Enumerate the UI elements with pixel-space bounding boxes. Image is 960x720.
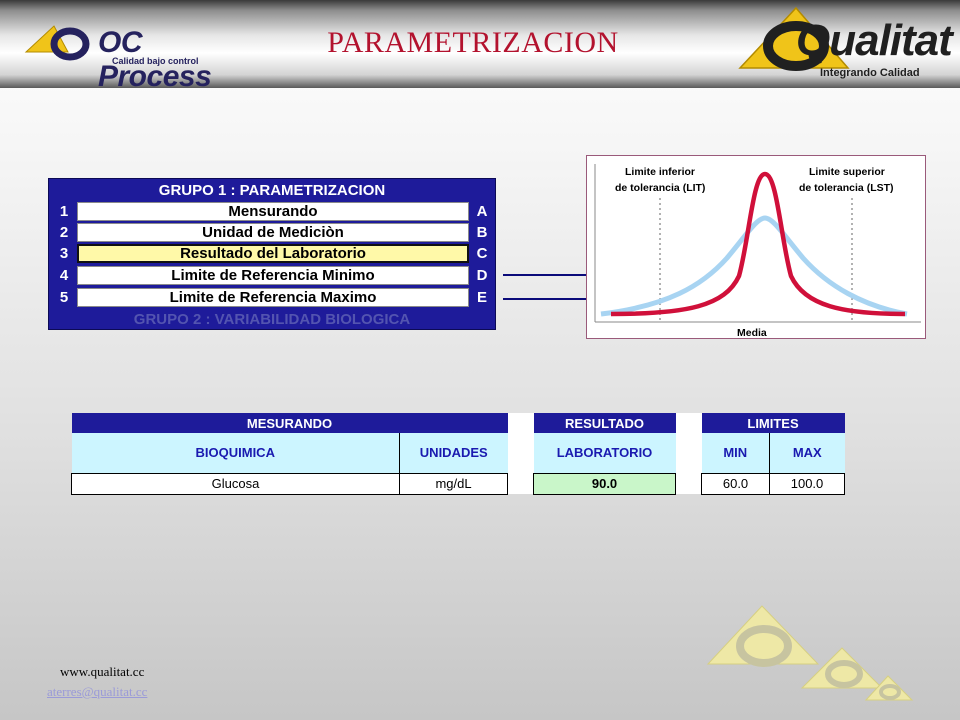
limites-header: LIMITES xyxy=(701,413,845,433)
laboratorio-column-header: LABORATORIO xyxy=(533,433,676,473)
oc-process-emblem-icon xyxy=(24,25,90,61)
lit-label-line2: de tolerancia (LIT) xyxy=(615,182,705,194)
oc-process-logo-tagline: Calidad bajo control xyxy=(112,56,199,66)
laboratorio-result-cell[interactable]: 90.0 xyxy=(533,472,677,495)
bioquimica-cell[interactable]: Glucosa xyxy=(71,472,400,495)
max-column-header: MAX xyxy=(769,433,845,473)
grupo1-row-label: Limite de Referencia Minimo xyxy=(77,266,469,285)
qualitat-logo-text: Qualitat xyxy=(796,16,953,65)
grupo1-row: 2 Unidad de Mediciòn B xyxy=(49,223,495,243)
grupo1-row: 1 Mensurando A xyxy=(49,202,495,222)
table-column-header-row: BIOQUIMICA UNIDADES LABORATORIO MIN MAX xyxy=(71,433,845,473)
grupo1-row-letter: A xyxy=(476,203,488,220)
grupo2-label: GRUPO 2 : VARIABILIDAD BIOLOGICA xyxy=(133,311,411,328)
grupo1-row-label: Limite de Referencia Maximo xyxy=(77,288,469,307)
table-gap xyxy=(675,433,702,473)
grupo1-row-label: Unidad de Mediciòn xyxy=(77,223,469,242)
grupo1-row-number: 3 xyxy=(59,245,69,262)
corner-logos-icon xyxy=(706,605,914,701)
grupo1-row-number: 2 xyxy=(59,224,69,241)
unidades-cell[interactable]: mg/dL xyxy=(398,472,509,495)
table-gap xyxy=(507,413,534,433)
min-column-header: MIN xyxy=(701,433,771,473)
grupo1-row-label: Mensurando xyxy=(77,202,469,221)
measure-table: MESURANDO RESULTADO LIMITES BIOQUIMICA U… xyxy=(71,413,846,495)
table-gap xyxy=(507,433,534,473)
grupo1-row-letter: D xyxy=(476,267,488,284)
grupo1-row-number: 5 xyxy=(59,289,69,306)
website-text: www.qualitat.cc xyxy=(60,664,145,679)
tolerance-curve-graphic: Limite inferior de tolerancia (LIT) Limi… xyxy=(594,164,921,339)
qualitat-logo-tagline: Integrando Calidad xyxy=(820,67,920,79)
table-gap xyxy=(675,473,702,494)
grupo1-panel: GRUPO 1 : PARAMETRIZACION 1 Mensurando A… xyxy=(48,178,496,330)
curve-x-label: Media xyxy=(737,327,767,339)
tolerance-curve-panel: Limite inferior de tolerancia (LIT) Limi… xyxy=(586,155,926,339)
lst-label-line1: Limite superior xyxy=(809,166,885,178)
grupo1-row-letter: E xyxy=(476,289,487,306)
table-row: Glucosa mg/dL 90.0 60.0 100.0 xyxy=(71,472,846,495)
grupo1-row-letter: B xyxy=(476,224,488,241)
mesurando-header: MESURANDO xyxy=(71,413,508,433)
unidades-column-header: UNIDADES xyxy=(398,433,508,473)
table-gap xyxy=(507,473,534,494)
table-gap xyxy=(675,413,702,433)
narrow-distribution-curve xyxy=(610,171,906,317)
grupo1-row-highlighted: 3 Resultado del Laboratorio C xyxy=(49,244,495,264)
grupo1-row: 5 Limite de Referencia Maximo E xyxy=(49,288,495,308)
header-bar: OC Process Calidad bajo control PARAMETR… xyxy=(0,0,960,93)
grupo1-row-number: 4 xyxy=(59,267,69,284)
lit-label-line1: Limite inferior xyxy=(625,166,695,178)
wide-distribution-curve xyxy=(600,215,908,317)
page-title: PARAMETRIZACION xyxy=(327,26,619,59)
lst-label-line2: de tolerancia (LST) xyxy=(799,182,894,194)
email-link[interactable]: aterres@qualitat.cc xyxy=(47,684,147,700)
grupo1-row-label: Resultado del Laboratorio xyxy=(77,244,469,263)
bioquimica-column-header: BIOQUIMICA xyxy=(71,433,400,473)
min-cell[interactable]: 60.0 xyxy=(701,472,771,495)
resultado-header: RESULTADO xyxy=(533,413,676,433)
grupo1-row: 4 Limite de Referencia Minimo D xyxy=(49,266,495,286)
oc-process-logo: OC Process Calidad bajo control xyxy=(24,22,212,93)
grupo1-row-number: 1 xyxy=(59,203,69,220)
grupo1-row-letter: C xyxy=(476,245,488,262)
grupo1-title: GRUPO 1 : PARAMETRIZACION xyxy=(158,182,386,199)
table-group-header-row: MESURANDO RESULTADO LIMITES xyxy=(71,413,845,433)
max-cell[interactable]: 100.0 xyxy=(769,472,846,495)
qualitat-logo: Qualitat Integrando Calidad xyxy=(736,4,953,84)
